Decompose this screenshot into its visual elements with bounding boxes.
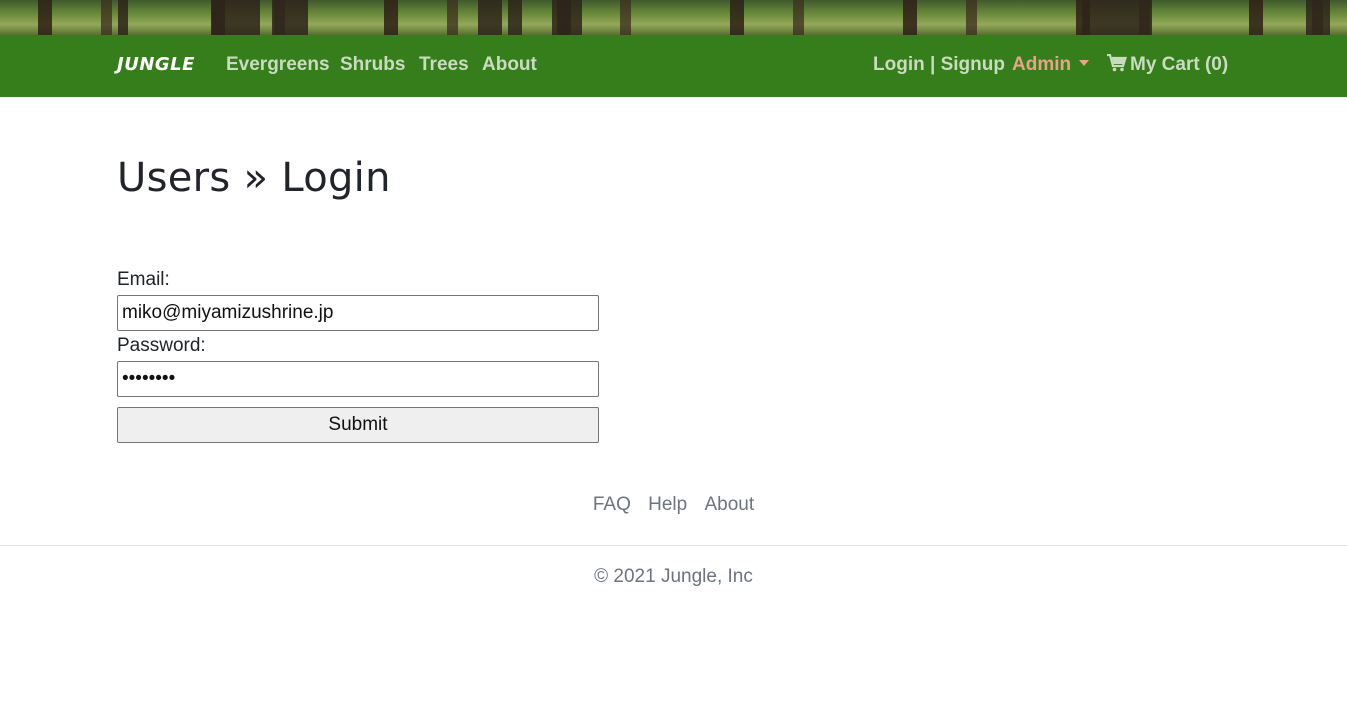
footer-link-faq[interactable]: FAQ [593, 494, 631, 515]
admin-dropdown[interactable]: Admin [1012, 54, 1090, 76]
top-navbar: JUNGLE Evergreens Shrubs Trees About Log… [0, 35, 1347, 97]
nav-link-trees[interactable]: Trees [419, 54, 469, 76]
tree-trunk [552, 0, 582, 35]
forest-banner [0, 0, 1347, 35]
footer-divider [0, 545, 1347, 546]
tree-trunk [118, 0, 128, 35]
brand-logo[interactable]: JUNGLE [117, 54, 195, 75]
email-label: Email: [117, 269, 170, 290]
page-title: Users » Login [117, 155, 391, 201]
shopping-cart-icon [1107, 54, 1127, 72]
submit-button[interactable]: Submit [117, 407, 599, 443]
footer-links: FAQ Help About [0, 494, 1347, 516]
login-signup-link[interactable]: Login | Signup [873, 54, 1005, 76]
tree-trunk [1306, 0, 1330, 35]
tree-trunk [508, 0, 522, 35]
caret-down-icon [1079, 59, 1090, 66]
cart-label: My Cart (0) [1130, 54, 1229, 75]
email-field[interactable] [117, 295, 599, 331]
admin-label: Admin [1012, 54, 1072, 75]
password-field[interactable] [117, 361, 599, 397]
nav-link-evergreens[interactable]: Evergreens [226, 54, 330, 76]
footer-link-help[interactable]: Help [648, 494, 687, 515]
my-cart-link[interactable]: My Cart (0) [1107, 54, 1228, 76]
password-label: Password: [117, 335, 206, 356]
tree-trunk [272, 0, 308, 35]
tree-trunk [478, 0, 502, 35]
tree-trunk [212, 0, 260, 35]
tree-trunk [1082, 0, 1152, 35]
nav-link-shrubs[interactable]: Shrubs [340, 54, 405, 76]
footer-link-about[interactable]: About [705, 494, 755, 515]
nav-link-about[interactable]: About [482, 54, 537, 76]
copyright-text: © 2021 Jungle, Inc [594, 566, 753, 587]
